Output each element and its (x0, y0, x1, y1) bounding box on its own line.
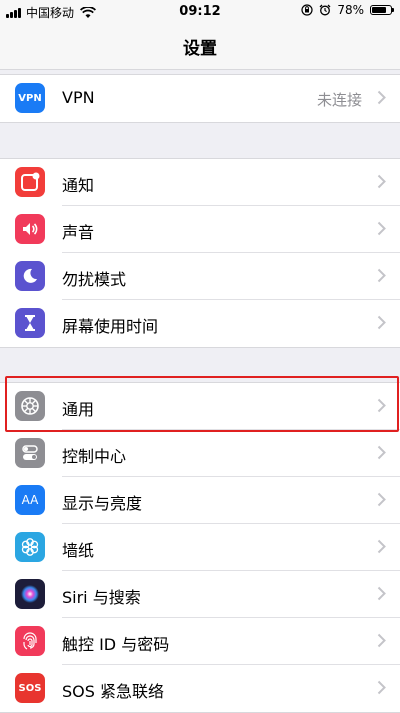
wallpaper-flower-icon (15, 532, 45, 562)
settings-row-display-brightness[interactable]: AA 显示与亮度 (0, 477, 400, 524)
settings-row-touch-id[interactable]: 触控 ID 与密码 (0, 618, 400, 665)
vpn-icon: VPN (15, 83, 45, 113)
status-right: 78% (301, 3, 394, 17)
settings-row-label: 显示与亮度 (62, 494, 143, 513)
chevron-right-icon (377, 221, 386, 236)
chevron-right-icon (377, 633, 386, 648)
settings-row-siri-search[interactable]: Siri 与搜索 (0, 571, 400, 618)
chevron-right-icon (377, 680, 386, 695)
settings-row-label: Siri 与搜索 (62, 588, 141, 607)
chevron-right-icon (377, 315, 386, 330)
settings-row-sounds[interactable]: 声音 (0, 206, 400, 253)
chevron-right-icon (377, 445, 386, 460)
settings-row-screen-time[interactable]: 屏幕使用时间 (0, 300, 400, 347)
orientation-lock-icon (301, 4, 313, 16)
chevron-right-icon (377, 174, 386, 189)
sound-icon (15, 214, 45, 244)
status-bar: 中国移动 09:12 78% (0, 0, 400, 24)
settings-row-label: 通用 (62, 400, 95, 419)
settings-row-notifications[interactable]: 通知 (0, 159, 400, 206)
settings-row-label: 屏幕使用时间 (62, 317, 159, 336)
text-size-icon: AA (15, 485, 45, 515)
settings-row-label: 墙纸 (62, 541, 95, 560)
settings-row-vpn[interactable]: VPN VPN 未连接 (0, 75, 400, 122)
settings-row-label: 勿扰模式 (62, 270, 127, 289)
settings-row-do-not-disturb[interactable]: 勿扰模式 (0, 253, 400, 300)
siri-icon (15, 579, 45, 609)
page-title: 设置 (183, 39, 217, 59)
settings-group-general: 通用 控制中心 AA 显示与亮度 墙纸 Siri 与搜索 触控 ID 与密码 S… (0, 382, 400, 713)
battery-level (372, 7, 387, 13)
gear-icon (15, 391, 45, 421)
moon-icon (15, 261, 45, 291)
chevron-right-icon (377, 90, 386, 105)
fingerprint-icon (15, 626, 45, 656)
settings-row-label: 通知 (62, 176, 95, 195)
settings-row-label: 控制中心 (62, 447, 127, 466)
chevron-right-icon (377, 398, 386, 413)
toggle-icon (15, 438, 45, 468)
chevron-right-icon (377, 539, 386, 554)
battery-icon (370, 5, 394, 15)
settings-row-label: SOS 紧急联络 (62, 682, 164, 701)
settings-group-notifications: 通知 声音 勿扰模式 屏幕使用时间 (0, 158, 400, 348)
settings-row-control-center[interactable]: 控制中心 (0, 430, 400, 477)
hourglass-icon (15, 308, 45, 338)
chevron-right-icon (377, 492, 386, 507)
navigation-bar: 设置 (0, 24, 400, 70)
alarm-icon (319, 4, 331, 16)
settings-row-general[interactable]: 通用 (0, 383, 400, 430)
vpn-status-value: 未连接 (316, 91, 362, 109)
chevron-right-icon (377, 586, 386, 601)
settings-row-emergency-sos[interactable]: SOS SOS 紧急联络 (0, 665, 400, 712)
notifications-icon (15, 167, 45, 197)
settings-group-network: VPN VPN 未连接 (0, 74, 400, 123)
settings-row-wallpaper[interactable]: 墙纸 (0, 524, 400, 571)
battery-percent: 78% (337, 3, 364, 17)
settings-row-label: VPN (62, 88, 95, 107)
sos-icon: SOS (15, 673, 45, 703)
settings-row-label: 声音 (62, 223, 95, 242)
chevron-right-icon (377, 268, 386, 283)
settings-row-label: 触控 ID 与密码 (62, 635, 170, 654)
